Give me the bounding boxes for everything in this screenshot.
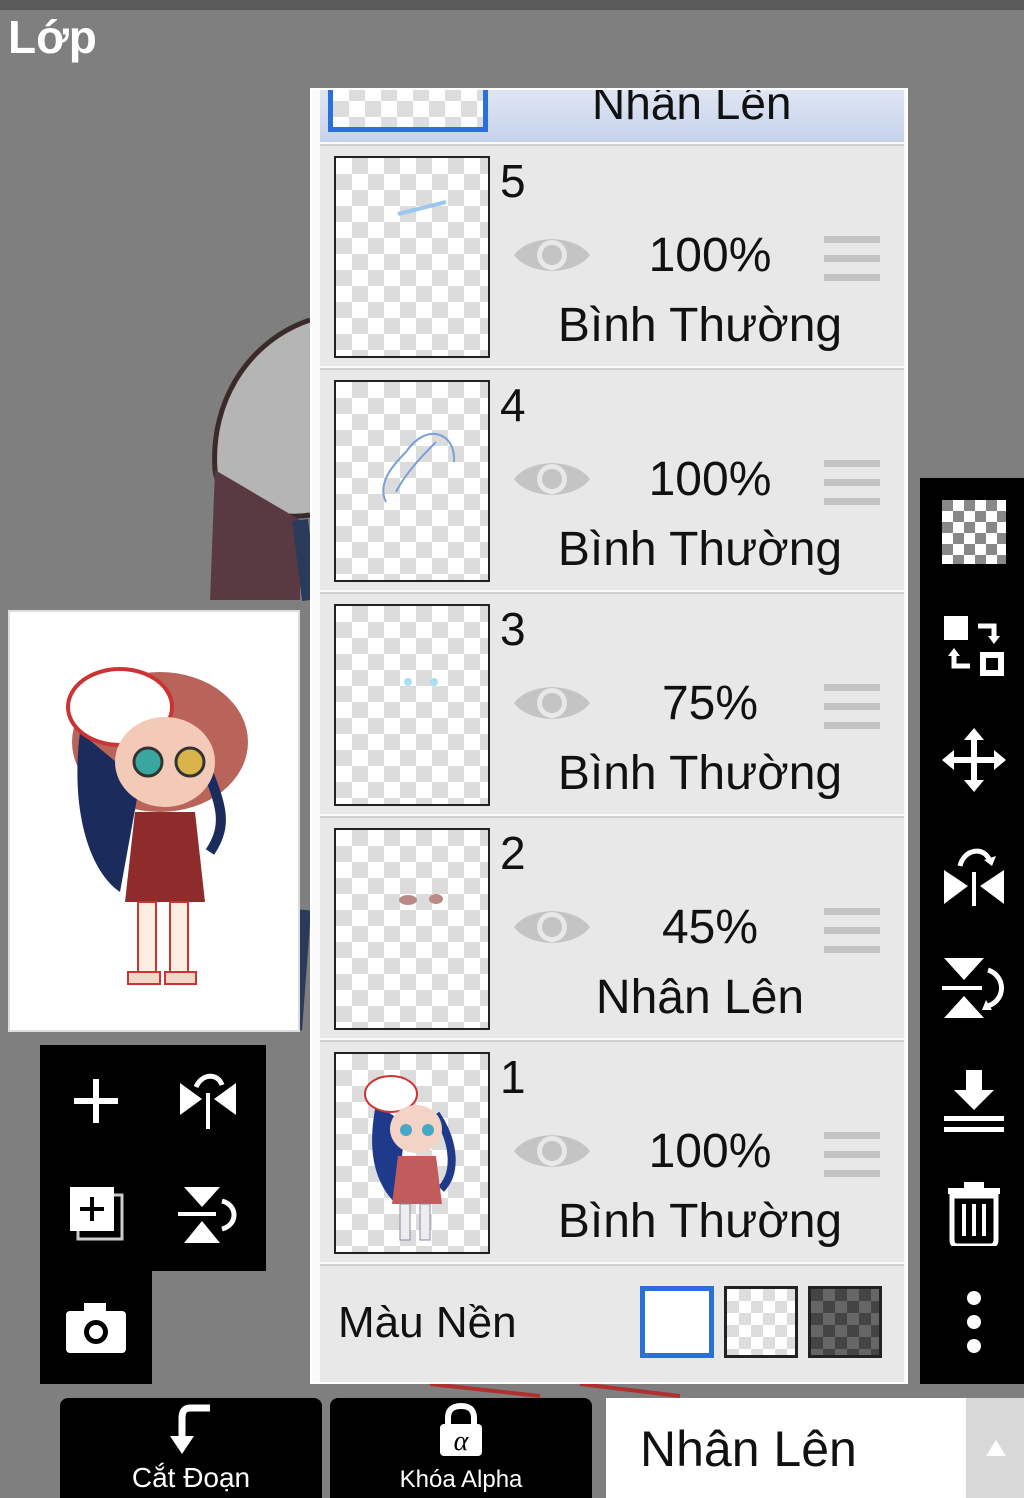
eye-icon[interactable] [512, 678, 592, 728]
flip-horizontal-icon[interactable] [168, 1061, 248, 1141]
layer-thumbnail [334, 828, 490, 1030]
layer-item[interactable]: 5 100% Bình Thường [320, 144, 904, 366]
background-color-label: Màu Nền [338, 1298, 517, 1347]
swap-icon[interactable] [942, 614, 1006, 678]
drag-handle-icon[interactable] [824, 1132, 880, 1177]
eye-icon[interactable] [512, 454, 592, 504]
alpha-lock-label: Khóa Alpha [399, 1466, 523, 1493]
layer-number: 4 [500, 379, 526, 431]
background-color-row: Màu Nền [320, 1264, 904, 1382]
eye-icon[interactable] [512, 230, 592, 280]
lock-icon: α [440, 1402, 482, 1457]
layer-blend-mode: Bình Thường [557, 1195, 843, 1248]
layer-blend-mode: Bình Thường [557, 747, 843, 800]
transparency-icon[interactable] [942, 500, 1006, 564]
merge-down-icon[interactable] [942, 1070, 1006, 1134]
drag-handle-icon[interactable] [824, 908, 880, 953]
layer-number: 5 [500, 155, 526, 207]
layer-thumbnail [334, 604, 490, 806]
layer-opacity[interactable]: 100% [620, 452, 800, 507]
canvas-preview[interactable] [8, 610, 300, 1032]
layer-panel: Nhân Lên 5 100% Bình Thường 4 100% Bình … [310, 88, 908, 1384]
drag-handle-icon[interactable] [824, 684, 880, 729]
blend-mode-value: Nhân Lên [640, 1421, 857, 1477]
layer-item-top-partial[interactable]: Nhân Lên [320, 90, 904, 142]
layer-item[interactable]: 2 45% Nhân Lên [320, 816, 904, 1038]
svg-text:α: α [454, 1426, 470, 1457]
layer-blend-mode: Bình Thường [557, 299, 843, 352]
layer-opacity[interactable]: 75% [620, 676, 800, 731]
bg-swatch-transparent[interactable] [724, 1286, 798, 1358]
camera-icon[interactable] [56, 1287, 136, 1367]
layer-thumbnail [334, 1052, 490, 1254]
bg-swatch-white[interactable] [640, 1286, 714, 1358]
alpha-lock-button[interactable]: α Khóa Alpha [330, 1398, 592, 1498]
chevron-up-icon [986, 1440, 1006, 1456]
blend-mode-select[interactable]: Nhân Lên [606, 1398, 968, 1498]
add-copy-icon[interactable] [56, 1173, 136, 1253]
clip-button[interactable]: Cắt Đoạn [60, 1398, 322, 1498]
blend-mode-dropdown[interactable] [966, 1398, 1024, 1498]
layer-opacity[interactable]: 100% [620, 228, 800, 283]
clip-label: Cắt Đoạn [131, 1462, 251, 1493]
more-icon[interactable] [942, 1290, 1006, 1354]
move-icon[interactable] [942, 728, 1006, 792]
layer-number: 3 [500, 603, 526, 655]
layer-opacity[interactable]: 45% [620, 900, 800, 955]
mirror-horizontal-icon[interactable] [942, 842, 1006, 906]
left-toolbar [40, 1045, 266, 1271]
layer-thumbnail [334, 380, 490, 582]
left-toolbar-camera-area [40, 1271, 152, 1384]
trash-icon[interactable] [942, 1182, 1006, 1246]
eye-icon[interactable] [512, 1126, 592, 1176]
layer-item[interactable]: 4 100% Bình Thường [320, 368, 904, 590]
layer-blend-mode: Nhân Lên [592, 88, 792, 129]
layer-thumbnail [328, 90, 488, 132]
add-layer-icon[interactable] [56, 1061, 136, 1141]
eye-icon[interactable] [512, 902, 592, 952]
clip-arrow-icon [170, 1404, 210, 1454]
layer-item[interactable]: 3 75% Bình Thường [320, 592, 904, 814]
layer-item[interactable]: 1 100% Bình Thường [320, 1040, 904, 1262]
flip-vertical-icon[interactable] [168, 1173, 248, 1253]
layer-opacity[interactable]: 100% [620, 1124, 800, 1179]
layer-thumbnail [334, 156, 490, 358]
drag-handle-icon[interactable] [824, 460, 880, 505]
layer-number: 2 [500, 827, 526, 879]
right-toolbar [920, 478, 1024, 1384]
layer-number: 1 [500, 1051, 526, 1103]
bg-swatch-dark[interactable] [808, 1286, 882, 1358]
mirror-vertical-icon[interactable] [942, 956, 1006, 1020]
drag-handle-icon[interactable] [824, 236, 880, 281]
layer-blend-mode: Bình Thường [557, 523, 843, 576]
character-preview-image [66, 667, 248, 985]
layer-blend-mode: Nhân Lên [595, 971, 805, 1024]
